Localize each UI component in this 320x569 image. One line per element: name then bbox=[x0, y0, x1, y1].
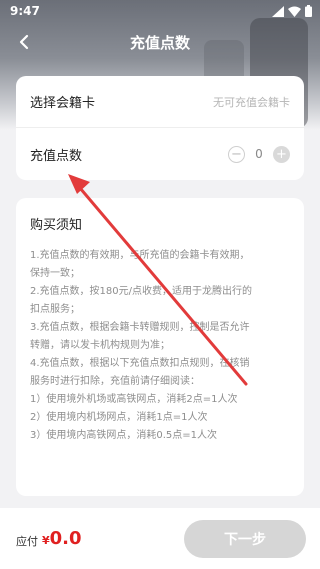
points-row: 充值点数 − 0 + bbox=[16, 128, 304, 180]
decrease-button[interactable]: − bbox=[228, 145, 245, 163]
selection-card: 选择会籍卡 无可充值会籍卡 充值点数 − 0 + bbox=[16, 76, 304, 180]
navigation-bar: 充值点数 bbox=[0, 26, 320, 58]
purchase-notice-card: 购买须知 1.充值点数的有效期，与所充值的会籍卡有效期， 保持一致； 2.充值点… bbox=[16, 198, 304, 496]
next-step-button[interactable]: 下一步 bbox=[184, 519, 306, 558]
notice-line: 保持一致； bbox=[30, 268, 80, 279]
notice-line: 3.充值点数，根据会籍卡转赠规则，控制是否允许 bbox=[30, 322, 250, 333]
status-time: 9:47 bbox=[10, 4, 40, 18]
battery-icon bbox=[305, 5, 312, 17]
page-title: 充值点数 bbox=[129, 33, 190, 52]
notice-line: 扣点服务； bbox=[30, 304, 80, 315]
wifi-icon bbox=[288, 6, 301, 17]
notice-line: 1）使用境外机场或高铁网点，消耗2点=1人次 bbox=[30, 394, 238, 405]
notice-line: 4.充值点数，根据以下充值点数扣点规则，在核销 bbox=[30, 358, 250, 369]
increase-button[interactable]: + bbox=[273, 145, 290, 163]
notice-line: 转赠，请以发卡机构规则为准； bbox=[30, 340, 170, 351]
currency-symbol: ¥ bbox=[42, 534, 50, 547]
status-bar: 9:47 bbox=[0, 0, 320, 22]
quantity-stepper: − 0 + bbox=[228, 145, 290, 163]
membership-value: 无可充值会籍卡 bbox=[213, 95, 290, 109]
signal-icon bbox=[272, 5, 284, 17]
membership-label: 选择会籍卡 bbox=[30, 96, 96, 111]
amount-due-label: 应付 bbox=[16, 534, 38, 548]
quantity-value: 0 bbox=[255, 147, 263, 161]
notice-line: 服务时进行扣除，充值前请仔细阅读： bbox=[30, 376, 200, 387]
back-button[interactable] bbox=[10, 28, 38, 56]
notice-line: 2.充值点数，按180元/点收费，适用于龙腾出行的 bbox=[30, 286, 252, 297]
amount-due-value: 0.0 bbox=[49, 528, 82, 549]
notice-line: 2）使用境内机场网点，消耗1点=1人次 bbox=[30, 412, 208, 423]
checkout-bar: 应付 ¥ 0.0 下一步 bbox=[0, 508, 320, 569]
notice-title: 购买须知 bbox=[30, 218, 83, 233]
back-arrow-icon bbox=[19, 34, 29, 50]
notice-line: 3）使用境内高铁网点，消耗0.5点=1人次 bbox=[30, 430, 218, 441]
notice-line: 1.充值点数的有效期，与所充值的会籍卡有效期， bbox=[30, 250, 250, 261]
status-icons bbox=[272, 5, 312, 17]
membership-card-selector[interactable]: 选择会籍卡 无可充值会籍卡 bbox=[16, 76, 304, 128]
points-label: 充值点数 bbox=[30, 148, 83, 164]
